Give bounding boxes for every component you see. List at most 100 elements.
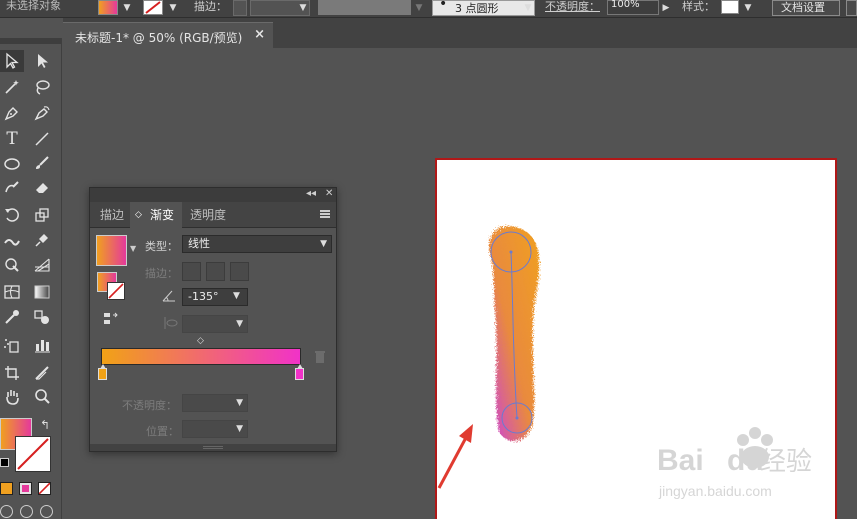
gradient-preset-arrow[interactable]: ▼: [130, 244, 136, 253]
perspective-grid-tool-icon[interactable]: [30, 254, 54, 276]
artboard[interactable]: Bai du 经验 jingyan.baidu.com: [435, 158, 837, 519]
anchor-point[interactable]: [509, 250, 513, 254]
watermark-jingyan: 经验: [760, 447, 812, 477]
panel-resize-handle[interactable]: [90, 444, 336, 451]
tab-gradient[interactable]: ◇ 渐变: [130, 202, 183, 228]
scale-tool-icon[interactable]: [30, 204, 54, 226]
profile-arrow[interactable]: ▼: [412, 0, 426, 16]
tab-transparency[interactable]: 透明度: [182, 202, 234, 228]
gradient-stroke-swatch[interactable]: [107, 282, 125, 300]
close-tab-icon[interactable]: ×: [254, 27, 265, 42]
collapse-panel-icon[interactable]: ◂◂: [306, 188, 316, 199]
watermark-brand: Bai: [657, 444, 704, 477]
magic-wand-tool-icon[interactable]: [0, 76, 24, 98]
curvature-tool-icon[interactable]: [30, 102, 54, 124]
none-mode-icon[interactable]: [38, 482, 51, 495]
brush-dot-icon: •: [439, 0, 448, 12]
preferences-button[interactable]: [846, 0, 857, 16]
column-graph-tool-icon[interactable]: [30, 334, 54, 356]
symbol-sprayer-tool-icon[interactable]: [0, 334, 24, 356]
style-label: 样式：: [682, 0, 715, 13]
gradient-type-select[interactable]: 线性 ▼: [182, 235, 332, 253]
direct-selection-tool-icon[interactable]: [30, 50, 54, 72]
draw-normal-icon[interactable]: [0, 505, 13, 518]
selection-tool-icon[interactable]: [0, 50, 24, 72]
stroke-color-swatch[interactable]: [15, 436, 51, 472]
stroke-weight-arrow[interactable]: ▼: [296, 0, 310, 16]
zoom-tool-icon[interactable]: [30, 386, 54, 408]
fill-dropdown-arrow[interactable]: ▼: [120, 0, 134, 16]
puppet-warp-tool-icon[interactable]: [30, 229, 54, 251]
panel-title-bar[interactable]: ◂◂ ✕: [90, 188, 336, 202]
color-mode-icon[interactable]: [0, 482, 13, 495]
stroke-apply-within-icon[interactable]: [182, 262, 201, 281]
swap-fill-stroke-icon[interactable]: ↰: [40, 418, 50, 432]
stop-location-input[interactable]: ▼: [182, 420, 248, 438]
tab-gradient-marker-icon: ◇: [135, 210, 142, 220]
gradient-slider[interactable]: [101, 348, 301, 365]
chevron-down-icon: ▼: [320, 239, 327, 249]
paintbrush-tool-icon[interactable]: [30, 152, 54, 174]
shape-builder-tool-icon[interactable]: [0, 254, 24, 276]
opacity-label-disabled: 不透明度：: [122, 399, 177, 412]
document-settings-label: 文档设置: [781, 1, 825, 14]
stop-opacity-input[interactable]: ▼: [182, 394, 248, 412]
draw-inside-icon[interactable]: [40, 505, 53, 518]
document-settings-button[interactable]: 文档设置: [772, 0, 840, 16]
stroke-weight-stepper[interactable]: [233, 0, 247, 16]
warp-tool-icon[interactable]: [0, 229, 24, 251]
style-swatch[interactable]: [721, 0, 739, 14]
hand-tool-icon[interactable]: [0, 386, 24, 408]
line-segment-tool-icon[interactable]: [30, 128, 54, 150]
stroke-swatch[interactable]: [143, 0, 163, 15]
chevron-down-icon: ▼: [236, 319, 243, 329]
ellipse-tool-icon[interactable]: [0, 152, 24, 174]
gradient-stop-start[interactable]: [98, 364, 107, 380]
fill-swatch[interactable]: [98, 0, 118, 15]
document-tab-title: 未标题-1* @ 50% (RGB/预览): [75, 31, 243, 45]
brush-definition[interactable]: • 3 点圆形: [432, 0, 535, 16]
control-bar: 未选择对象 ▼ ▼ 描边： ▼ ▼ • 3 点圆形 ▼ 不透明度： 100% ▶…: [0, 0, 857, 18]
pen-tool-icon[interactable]: [0, 102, 24, 124]
gradient-preview-swatch[interactable]: [96, 235, 127, 266]
aspect-ratio-input[interactable]: ▼: [182, 315, 248, 333]
style-arrow[interactable]: ▼: [741, 0, 755, 16]
panel-menu-icon[interactable]: [320, 210, 330, 218]
gradient-stop-end[interactable]: [295, 364, 304, 380]
document-tab[interactable]: 未标题-1* @ 50% (RGB/预览) ×: [63, 22, 273, 48]
stroke-dropdown-arrow[interactable]: ▼: [166, 0, 180, 16]
brush-arrow[interactable]: ▼: [521, 0, 535, 16]
gradient-tool-icon[interactable]: [30, 281, 54, 303]
blend-tool-icon[interactable]: [30, 306, 54, 328]
baidu-watermark: Bai du 经验 jingyan.baidu.com: [657, 427, 812, 499]
variable-width-profile[interactable]: [318, 0, 411, 15]
gradient-mode-icon[interactable]: [19, 482, 32, 495]
angle-dropdown-arrow[interactable]: ▼: [233, 291, 240, 301]
eraser-tool-icon[interactable]: [30, 176, 54, 198]
type-tool-icon[interactable]: T: [0, 128, 24, 150]
slice-tool-icon[interactable]: [30, 362, 54, 384]
chevron-down-icon: ▼: [236, 398, 243, 408]
brush-stroke-shape[interactable]: [489, 226, 540, 442]
trash-icon[interactable]: [314, 350, 326, 367]
tools-panel-header[interactable]: [0, 38, 61, 44]
stroke-apply-along-icon[interactable]: [206, 262, 225, 281]
reverse-gradient-icon[interactable]: [103, 312, 119, 329]
shaper-tool-icon[interactable]: [0, 176, 24, 198]
midpoint-diamond-icon[interactable]: ◇: [197, 336, 204, 346]
default-colors-icon[interactable]: [0, 458, 9, 467]
opacity-label[interactable]: 不透明度：: [545, 0, 600, 14]
opacity-arrow[interactable]: ▶: [659, 0, 673, 16]
mesh-tool-icon[interactable]: [0, 281, 24, 303]
opacity-input[interactable]: 100%: [607, 0, 659, 15]
draw-behind-icon[interactable]: [20, 505, 33, 518]
anchor-point[interactable]: [515, 416, 519, 420]
lasso-tool-icon[interactable]: [30, 76, 54, 98]
artboard-tool-icon[interactable]: [0, 362, 24, 384]
eyedropper-tool-icon[interactable]: [0, 306, 24, 328]
watermark-brand-du: du: [727, 444, 764, 477]
rotate-tool-icon[interactable]: [0, 204, 24, 226]
tab-stroke[interactable]: 描边: [92, 202, 132, 228]
stroke-apply-across-icon[interactable]: [230, 262, 249, 281]
close-panel-icon[interactable]: ✕: [325, 188, 333, 199]
